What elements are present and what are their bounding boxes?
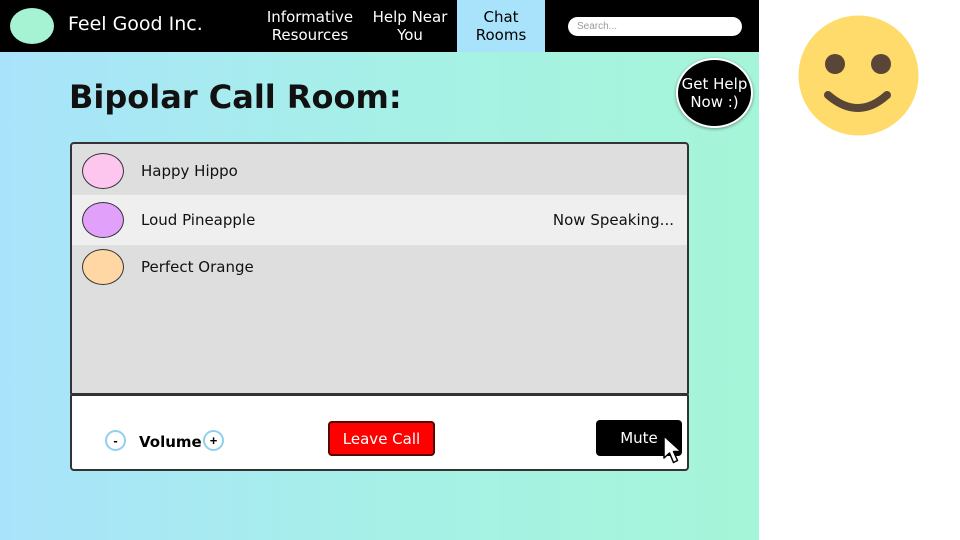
participants-list: Happy Hippo Loud Pineapple Now Speaking.…	[70, 142, 689, 395]
nav-informative-resources[interactable]: Informative Resources	[262, 0, 358, 52]
nav-label: Help Near You	[372, 8, 448, 44]
nav-label: Informative Resources	[266, 8, 354, 44]
volume-label: Volume	[139, 433, 202, 451]
participant-row[interactable]: Happy Hippo	[72, 146, 687, 196]
page-title: Bipolar Call Room:	[69, 78, 402, 116]
participant-row[interactable]: Perfect Orange	[72, 242, 687, 292]
avatar	[82, 249, 124, 285]
top-navigation-bar: Feel Good Inc. Informative Resources Hel…	[0, 0, 759, 52]
smiley-face-icon	[798, 15, 919, 136]
nav-label: Chat Rooms	[475, 8, 527, 44]
avatar	[82, 202, 124, 238]
speaking-status: Now Speaking...	[552, 211, 674, 229]
avatar	[82, 153, 124, 189]
mouse-pointer-icon	[663, 435, 682, 464]
participant-row[interactable]: Loud Pineapple Now Speaking...	[72, 195, 687, 245]
nav-chat-rooms[interactable]: Chat Rooms	[457, 0, 545, 52]
nav-help-near-you[interactable]: Help Near You	[368, 0, 452, 52]
get-help-now-button[interactable]: Get Help Now :)	[676, 58, 753, 128]
logo[interactable]	[10, 8, 54, 44]
search-input[interactable]	[568, 17, 742, 36]
volume-down-button[interactable]: -	[105, 430, 126, 451]
brand-name: Feel Good Inc.	[68, 13, 203, 35]
participant-name: Loud Pineapple	[141, 211, 256, 229]
call-controls: - Volume + Leave Call Mute	[70, 394, 689, 471]
leave-call-button[interactable]: Leave Call	[328, 421, 435, 456]
participant-name: Perfect Orange	[141, 258, 254, 276]
app-frame: Feel Good Inc. Informative Resources Hel…	[0, 0, 759, 540]
participant-name: Happy Hippo	[141, 162, 238, 180]
volume-up-button[interactable]: +	[203, 430, 224, 451]
